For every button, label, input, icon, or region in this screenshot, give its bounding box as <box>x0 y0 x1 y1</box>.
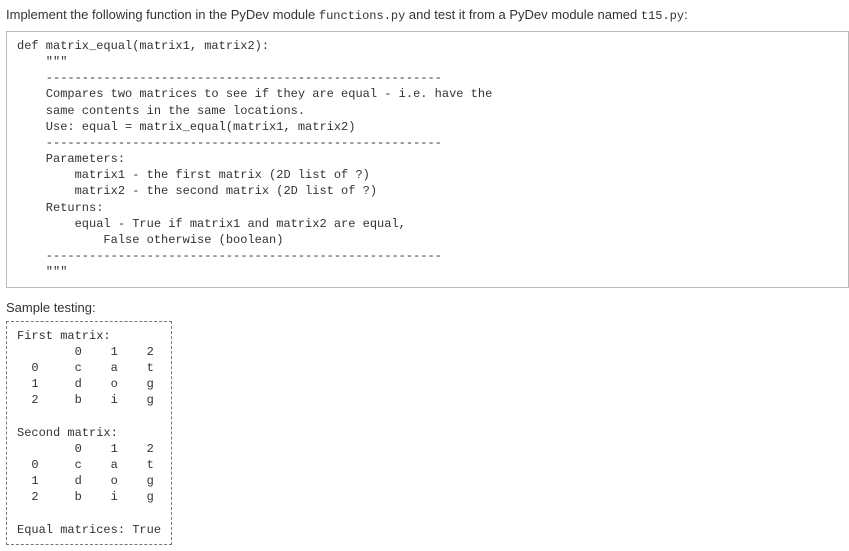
sample-output: First matrix: 0 1 2 0 c a t 1 d o g 2 b … <box>17 328 161 538</box>
sample-output-box: First matrix: 0 1 2 0 c a t 1 d o g 2 b … <box>6 321 172 545</box>
function-docstring-box: def matrix_equal(matrix1, matrix2): """ … <box>6 31 849 288</box>
module-name-functions: functions.py <box>319 9 405 23</box>
task-instruction: Implement the following function in the … <box>6 6 849 25</box>
instruction-suffix: : <box>684 7 688 22</box>
instruction-middle: and test it from a PyDev module named <box>405 7 641 22</box>
instruction-prefix: Implement the following function in the … <box>6 7 319 22</box>
function-code: def matrix_equal(matrix1, matrix2): """ … <box>17 38 838 281</box>
sample-testing-label: Sample testing: <box>6 300 849 315</box>
module-name-test: t15.py <box>641 9 684 23</box>
